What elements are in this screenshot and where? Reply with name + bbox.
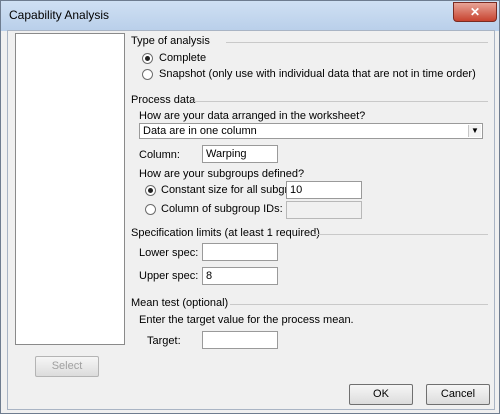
subgroup-ids-radio[interactable]	[145, 204, 156, 215]
close-icon: ✕	[469, 5, 481, 19]
group-divider	[230, 304, 488, 305]
title-bar[interactable]: Capability Analysis ✕	[1, 1, 499, 31]
dialog-title: Capability Analysis	[9, 8, 110, 22]
type-of-analysis-heading: Type of analysis	[131, 35, 210, 47]
snapshot-radio[interactable]	[142, 69, 153, 80]
variables-listbox[interactable]	[15, 33, 125, 345]
close-button[interactable]: ✕	[453, 2, 497, 22]
target-field[interactable]	[202, 331, 278, 349]
snapshot-label[interactable]: Snapshot (only use with individual data …	[159, 68, 476, 80]
upper-spec-field[interactable]: 8	[202, 267, 278, 285]
column-label: Column:	[139, 149, 180, 161]
complete-label[interactable]: Complete	[159, 52, 206, 64]
lower-spec-label: Lower spec:	[139, 247, 199, 259]
mean-test-heading: Mean test (optional)	[131, 297, 229, 309]
group-divider	[194, 101, 488, 102]
mean-test-instruction: Enter the target value for the process m…	[139, 314, 354, 326]
select-button[interactable]: Select	[35, 356, 99, 377]
subgroups-question: How are your subgroups defined?	[139, 168, 305, 180]
upper-spec-label: Upper spec:	[139, 270, 199, 282]
group-divider	[314, 234, 488, 235]
subgroup-size-field[interactable]: 10	[286, 181, 362, 199]
group-divider	[226, 42, 488, 43]
subgroup-ids-field[interactable]	[286, 201, 362, 219]
complete-radio[interactable]	[142, 53, 153, 64]
process-data-heading: Process data	[131, 94, 196, 106]
lower-spec-field[interactable]	[202, 243, 278, 261]
arrangement-dropdown[interactable]: Data are in one column ▼	[139, 123, 483, 139]
cancel-button[interactable]: Cancel	[426, 384, 490, 405]
chevron-down-icon[interactable]: ▼	[468, 125, 481, 137]
target-label: Target:	[147, 335, 181, 347]
ok-button[interactable]: OK	[349, 384, 413, 405]
constant-size-radio[interactable]	[145, 185, 156, 196]
arrangement-value: Data are in one column	[143, 125, 257, 137]
spec-limits-heading: Specification limits (at least 1 require…	[131, 227, 320, 239]
subgroup-ids-label[interactable]: Column of subgroup IDs:	[161, 203, 283, 215]
capability-analysis-dialog: Capability Analysis ✕ Select Type of ana…	[0, 0, 500, 414]
arrangement-question: How are your data arranged in the worksh…	[139, 110, 366, 122]
column-field[interactable]: Warping	[202, 145, 278, 163]
dialog-body: Select Type of analysis Complete Snapsho…	[7, 30, 495, 410]
